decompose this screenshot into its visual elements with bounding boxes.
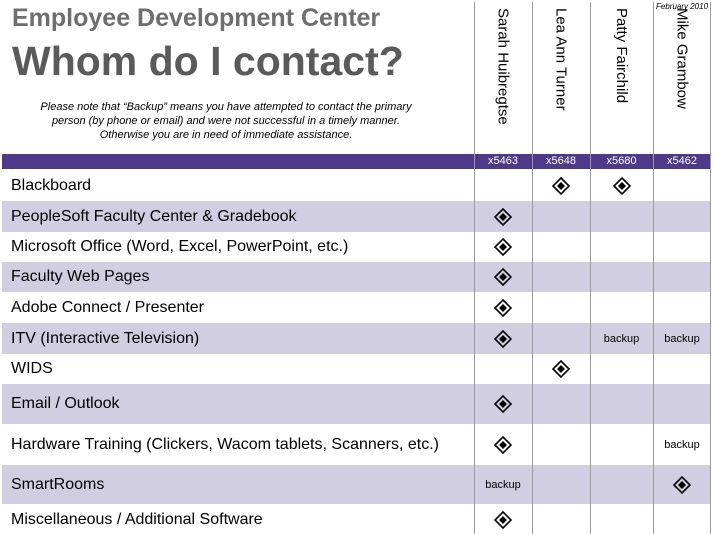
column-divider	[653, 2, 654, 534]
backup-label: backup	[603, 332, 640, 345]
topic-label: Email / Outlook	[11, 395, 120, 412]
table-row: Blackboard	[2, 170, 711, 201]
table-row: Faculty Web Pages	[2, 262, 711, 292]
contact-name-header: Lea Ann Turner	[532, 8, 590, 154]
diamond-icon	[532, 354, 590, 384]
diamond-icon	[590, 170, 653, 201]
column-divider	[710, 2, 711, 534]
table-row: SmartRooms backup	[2, 465, 711, 504]
table-row: Adobe Connect / Presenter	[2, 292, 711, 323]
table-row: Email / Outlook	[2, 384, 711, 424]
diamond-icon	[653, 465, 711, 504]
topic-label: SmartRooms	[11, 475, 105, 493]
topic-label: Adobe Connect / Presenter	[11, 298, 205, 316]
topic-label: Miscellaneous / Additional Software	[11, 510, 263, 528]
subtitle: Employee Development Center	[12, 4, 381, 32]
topic-label: Hardware Training (Clickers, Wacom table…	[11, 435, 439, 453]
backup-note: Please note that “Backup” means you have…	[40, 101, 412, 141]
topic-label: Blackboard	[11, 176, 92, 194]
topic-label: WIDS	[11, 360, 53, 377]
diamond-icon	[474, 201, 532, 232]
table-row: ITV (Interactive Television) backup backup	[2, 323, 711, 354]
contact-extension: x5680	[606, 155, 637, 167]
column-divider	[590, 2, 591, 534]
page-title: Whom do I contact?	[12, 38, 404, 84]
diamond-icon	[474, 232, 532, 262]
topic-label: ITV (Interactive Television)	[11, 329, 200, 347]
topic-label: Microsoft Office (Word, Excel, PowerPoin…	[11, 238, 349, 255]
table-row: Hardware Training (Clickers, Wacom table…	[2, 424, 711, 465]
contact-name-header: Mike Grambow	[653, 8, 711, 154]
table-row: Miscellaneous / Additional Software	[2, 504, 711, 535]
contact-name: Lea Ann Turner	[552, 8, 570, 111]
backup-label: backup	[664, 332, 700, 345]
diamond-icon	[474, 504, 532, 535]
topic-label: Faculty Web Pages	[11, 268, 150, 285]
contact-name: Patty Fairchild	[613, 8, 630, 104]
diamond-icon	[474, 424, 532, 465]
contact-name: Sarah Huibregtse	[494, 8, 512, 125]
backup-label: backup	[485, 478, 521, 491]
diamond-icon	[474, 323, 532, 354]
column-divider	[474, 2, 475, 534]
backup-label: backup	[664, 438, 700, 451]
contact-extension: x5463	[488, 155, 518, 167]
diamond-icon	[474, 292, 532, 323]
diamond-icon	[474, 262, 532, 292]
table-row: PeopleSoft Faculty Center & Gradebook	[2, 201, 711, 232]
topic-label: PeopleSoft Faculty Center & Gradebook	[11, 207, 297, 225]
contact-extension: x5648	[546, 155, 576, 167]
table-row: WIDS	[2, 354, 711, 384]
diamond-icon	[532, 170, 590, 201]
contact-name-header: Sarah Huibregtse	[474, 8, 532, 154]
diamond-icon	[474, 384, 532, 424]
column-divider	[532, 2, 533, 534]
contact-extension: x5462	[667, 155, 697, 167]
contact-name: Mike Grambow	[673, 8, 691, 109]
table-row: Microsoft Office (Word, Excel, PowerPoin…	[2, 232, 711, 262]
contact-name-header: Patty Fairchild	[590, 8, 653, 154]
